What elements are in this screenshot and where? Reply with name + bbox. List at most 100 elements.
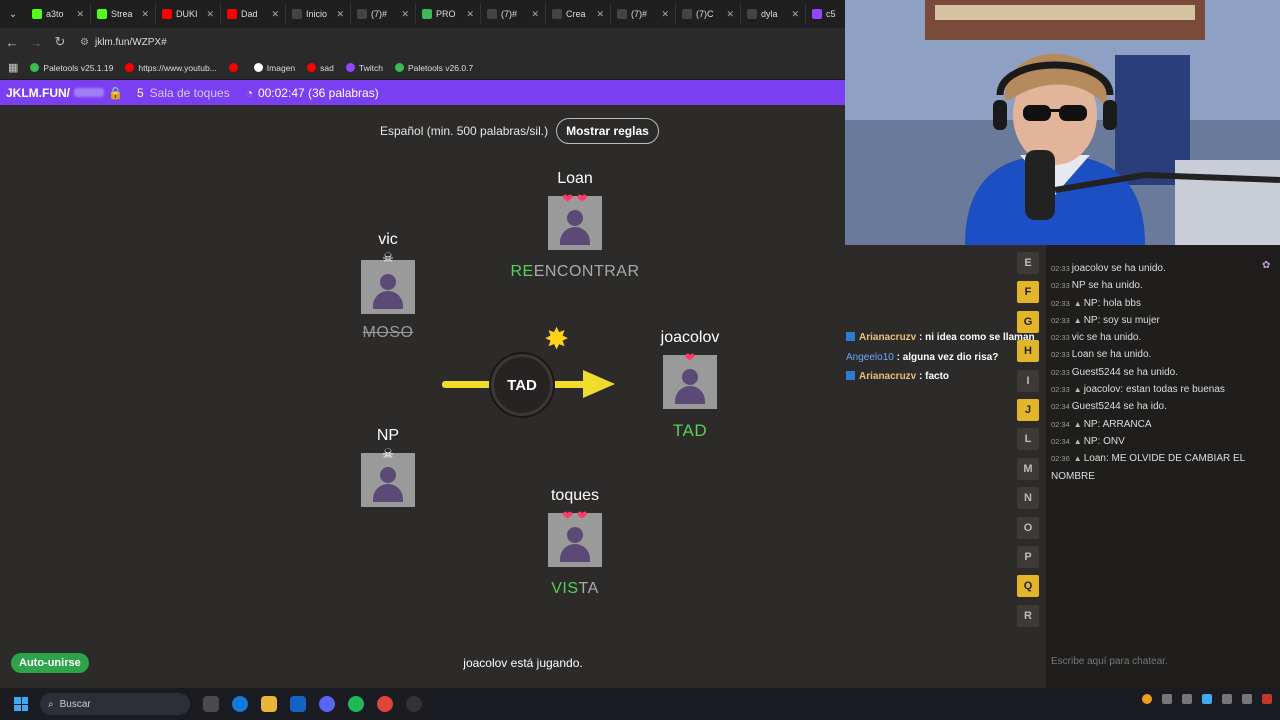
bookmark-item[interactable]: Paletools v25.1.19 [30, 63, 113, 73]
tray-icon[interactable] [1262, 694, 1272, 704]
player-word-toques: VISTA [475, 580, 675, 598]
tab-close-icon[interactable]: ✕ [661, 9, 669, 20]
tab-close-icon[interactable]: ✕ [726, 9, 734, 20]
player-icon: ▲ [1073, 454, 1082, 464]
browser-tab[interactable]: Strea ✕ [91, 3, 156, 25]
browser-tab[interactable]: (7)# ✕ [481, 3, 546, 25]
wifi-icon[interactable] [1222, 694, 1232, 704]
skull-icon: ☠ [382, 250, 394, 265]
apps-grid-icon[interactable]: ▦ [8, 61, 18, 74]
browser-tab[interactable]: Dad ✕ [221, 3, 286, 25]
bonus-letter: P [1017, 545, 1039, 568]
player-icon: ▲ [1073, 436, 1082, 446]
show-rules-button[interactable]: Mostrar reglas [556, 118, 659, 144]
site-name[interactable]: JKLM.FUN/ [6, 86, 70, 100]
auto-join-button[interactable]: Auto-unirse [11, 653, 89, 673]
tab-close-icon[interactable]: ✕ [206, 9, 214, 20]
tab-close-icon[interactable]: ✕ [141, 9, 149, 20]
bookmark-item[interactable]: https://www.youtub... [125, 63, 217, 73]
browser-tab[interactable]: PRO ✕ [416, 3, 481, 25]
browser-tab[interactable]: DUKI ✕ [156, 3, 221, 25]
bonus-letter: Q [1017, 575, 1039, 598]
tab-title: a3to [46, 9, 64, 19]
bonus-letter: R [1017, 604, 1039, 627]
tab-close-icon[interactable]: ✕ [271, 9, 279, 20]
overlay-chat-row: Arianacruzv : facto [846, 367, 1035, 387]
task-view-icon[interactable] [203, 696, 219, 712]
chat-time: 02:33 [1051, 333, 1070, 343]
browser-tab[interactable]: (7)# ✕ [611, 3, 676, 25]
chat-time: 02:34 [1051, 402, 1070, 412]
chrome-icon[interactable] [377, 696, 393, 712]
browser-tab[interactable]: a3to ✕ [26, 3, 91, 25]
tab-close-icon[interactable]: ✕ [531, 9, 539, 20]
bookmark-icon [307, 63, 317, 72]
browser-tab[interactable]: (7)C ✕ [676, 3, 741, 25]
url-field[interactable]: ⚙ jklm.fun/WZPX# [80, 37, 167, 48]
kick-icon [32, 9, 42, 19]
tray-icon[interactable] [1182, 694, 1192, 704]
browser-tab[interactable]: Inicio ✕ [286, 3, 351, 25]
file-explorer-icon[interactable] [261, 696, 277, 712]
bookmark-item[interactable]: sad [307, 63, 334, 73]
stream-chat-overlay: Arianacruzv : ni idea como se llaman Ang… [846, 328, 1035, 387]
turn-status: joacolov está jugando. [463, 656, 583, 670]
tab-close-icon[interactable]: ✕ [336, 9, 344, 20]
tab-title: Dad [241, 9, 258, 19]
chat-message: 02:34 ▲ NP: ONV [1051, 433, 1277, 450]
tab-close-icon[interactable]: ✕ [466, 9, 474, 20]
tab-close-icon[interactable]: ✕ [596, 9, 604, 20]
tiktok-icon [682, 9, 692, 19]
tab-list-dropdown-icon[interactable]: ⌄ [0, 0, 26, 28]
tab-close-icon[interactable]: ✕ [76, 9, 84, 20]
tab-title: dyla [761, 9, 778, 19]
bookmark-item[interactable]: Paletools v26.0.7 [394, 63, 473, 73]
chat-text: joacolov se ha unido. [1071, 263, 1166, 274]
taskbar-search[interactable]: ⌕ Buscar [40, 693, 190, 715]
tab-title: (7)# [501, 9, 518, 19]
spotify-icon[interactable] [348, 696, 364, 712]
bluetooth-icon[interactable] [1202, 694, 1212, 704]
tray-icon[interactable] [1162, 694, 1172, 704]
volume-icon[interactable] [1242, 694, 1252, 704]
site-info-icon[interactable]: ⚙ [80, 37, 89, 48]
chat-time: 02:33 [1051, 281, 1070, 291]
chat-text: vic se ha unido. [1071, 332, 1142, 344]
browser-tab[interactable]: Crea ✕ [546, 3, 611, 25]
back-icon[interactable]: ← [0, 35, 24, 50]
chat-time: 02:36 [1051, 454, 1070, 464]
tab-close-icon[interactable]: ✕ [401, 9, 409, 20]
edit-icon [552, 9, 562, 19]
obs-icon[interactable] [406, 696, 422, 712]
browser-tab[interactable]: dyla ✕ [741, 3, 806, 25]
store-icon[interactable] [290, 696, 306, 712]
forward-icon[interactable]: → [24, 35, 48, 50]
avatar [361, 453, 415, 507]
bookmark-item[interactable]: Twitch [345, 63, 383, 73]
bookmark-item[interactable]: Imagen [253, 63, 295, 73]
windows-start-icon[interactable] [14, 697, 28, 711]
chat-time: 02:33 [1051, 385, 1070, 395]
tab-close-icon[interactable]: ✕ [791, 9, 799, 20]
bookmark-item[interactable] [228, 63, 242, 73]
discord-icon[interactable] [319, 696, 335, 712]
edge-icon[interactable] [232, 696, 248, 712]
chat-input[interactable]: Escribe aquí para chatear. [1051, 656, 1168, 667]
browser-tab[interactable]: (7)# ✕ [351, 3, 416, 25]
reload-icon[interactable]: ↻ [48, 34, 72, 50]
player-word-loan: REENCONTRAR [475, 263, 675, 281]
word-rest: ENCONTRAR [533, 263, 640, 280]
bookmark-icon [253, 63, 263, 72]
tray-app-icon[interactable] [1142, 694, 1152, 704]
chat-text: Guest5244 se ha ido. [1071, 401, 1167, 413]
chat-log: 02:33 joacolov se ha unido. 02:33 NP se ha … [1051, 260, 1277, 485]
spark-icon: ✸ [544, 323, 570, 356]
rules-row: Español (min. 500 palabras/sil.) Mostrar… [380, 118, 659, 144]
chat-time: 02:33 [1051, 298, 1070, 308]
round-timer: 00:02:47 (36 palabras) [257, 85, 379, 100]
youtube-icon [227, 9, 237, 19]
bonus-letter: H [1017, 340, 1039, 363]
chat-message: 02:33 Guest5244 se ha unido. [1051, 364, 1277, 381]
bonus-letter: O [1017, 516, 1039, 539]
chat-text: NP: ONV [1083, 435, 1125, 447]
